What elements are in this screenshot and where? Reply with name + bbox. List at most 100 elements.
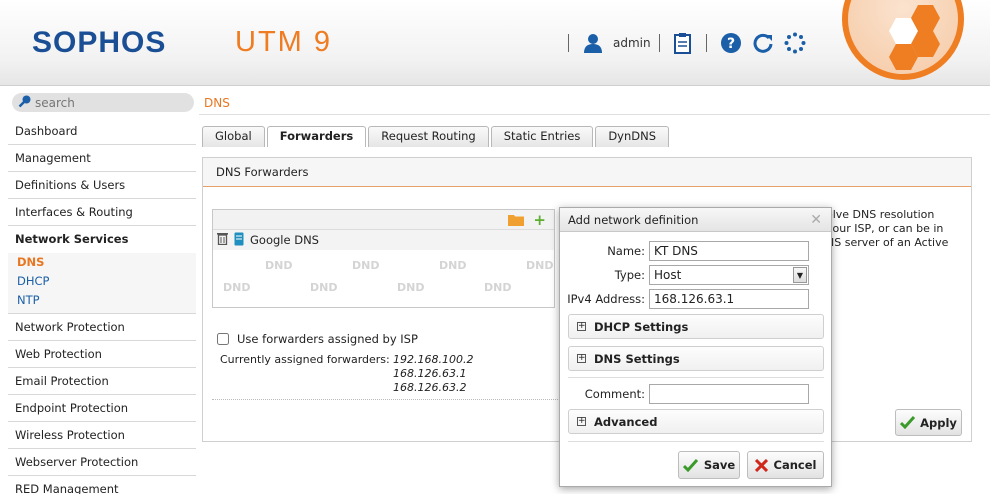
panel-title: DNS Forwarders — [203, 158, 971, 187]
clipboard-icon[interactable] — [673, 32, 693, 54]
watermark: DND — [439, 259, 467, 272]
sidebar-item-interfaces-routing[interactable]: Interfaces & Routing — [8, 199, 196, 226]
refresh-icon[interactable] — [752, 32, 774, 54]
expand-icon[interactable]: + — [577, 354, 586, 363]
watermark: DND — [310, 281, 338, 294]
sidebar-item-endpoint-protection[interactable]: Endpoint Protection — [8, 395, 196, 422]
tab-bar: Global Forwarders Request Routing Static… — [202, 126, 671, 147]
type-label: Type: — [614, 268, 645, 282]
ipv4-row: IPv4 Address: 168.126.63.1 — [560, 289, 833, 309]
brand-emblem — [842, 0, 964, 80]
tab-global[interactable]: Global — [202, 126, 265, 147]
list-item-name: Google DNS — [250, 233, 319, 247]
assigned-forwarder: 168.126.63.1 — [393, 367, 467, 380]
assigned-forwarders-label: Currently assigned forwarders: — [220, 353, 390, 366]
sidebar-subitem-dns[interactable]: DNS — [8, 253, 196, 272]
section-label: DNS Settings — [594, 351, 680, 366]
product-name: UTM 9 — [235, 26, 332, 58]
sidebar-item-definitions-users[interactable]: Definitions & Users — [8, 172, 196, 199]
type-row: Type: Host ▼ — [560, 265, 833, 285]
sidebar-item-network-protection[interactable]: Network Protection — [8, 314, 196, 341]
watermark: DND — [397, 281, 425, 294]
folder-icon[interactable] — [508, 213, 524, 229]
dns-settings-section[interactable]: + DNS Settings — [568, 346, 824, 371]
network-services-submenu: DNS DHCP NTP — [8, 253, 196, 314]
sidebar-item-email-protection[interactable]: Email Protection — [8, 368, 196, 395]
watermark: DND — [223, 281, 251, 294]
checkmark-icon — [682, 458, 698, 472]
sidebar-item-management[interactable]: Management — [8, 145, 196, 172]
sidebar-item-web-protection[interactable]: Web Protection — [8, 341, 196, 368]
dhcp-settings-section[interactable]: + DHCP Settings — [568, 314, 824, 339]
close-icon — [754, 458, 768, 472]
search-icon — [18, 94, 32, 111]
checkmark-icon — [900, 416, 916, 429]
type-select[interactable]: Host ▼ — [649, 265, 809, 285]
header-separator — [568, 34, 569, 52]
comment-row: Comment: — [560, 384, 833, 404]
sidebar-item-wireless-protection[interactable]: Wireless Protection — [8, 422, 196, 449]
search-input[interactable] — [35, 95, 185, 110]
help-icon[interactable]: ? — [720, 32, 742, 54]
type-value: Host — [654, 268, 682, 282]
dialog-divider — [568, 441, 824, 442]
hexagon-icon — [889, 5, 940, 70]
help-line: NS server of an Active — [826, 236, 949, 249]
assigned-forwarder: 168.126.63.2 — [393, 381, 467, 394]
section-label: DHCP Settings — [594, 319, 689, 334]
top-header: SOPHOS UTM 9 admin ? — [0, 0, 990, 86]
loading-spinner-icon — [784, 32, 806, 54]
ipv4-address-field[interactable]: 168.126.63.1 — [649, 289, 809, 309]
apply-button[interactable]: Apply — [895, 409, 962, 436]
isp-forwarders-option[interactable]: Use forwarders assigned by ISP — [217, 332, 418, 346]
dialog-divider — [568, 377, 824, 378]
list-item[interactable]: Google DNS — [213, 230, 554, 250]
watermark: DND — [526, 259, 554, 272]
sidebar-item-dashboard[interactable]: Dashboard — [8, 118, 196, 145]
title-divider — [199, 114, 990, 115]
sidebar-subitem-dhcp[interactable]: DHCP — [8, 272, 196, 291]
tab-static-entries[interactable]: Static Entries — [490, 126, 594, 147]
sidebar-subitem-ntp[interactable]: NTP — [8, 291, 196, 310]
admin-user-link[interactable]: admin — [613, 36, 651, 50]
tab-dyndns[interactable]: DynDNS — [595, 126, 670, 147]
cancel-button[interactable]: Cancel — [747, 451, 824, 479]
help-text: olve DNS resolution your ISP, or can be … — [826, 208, 948, 250]
save-button[interactable]: Save — [678, 451, 740, 479]
apply-label: Apply — [920, 415, 957, 430]
sidebar-item-network-services[interactable]: Network Services — [8, 226, 196, 253]
dialog-title: Add network definition ✕ — [560, 208, 831, 232]
tab-request-routing[interactable]: Request Routing — [368, 126, 489, 147]
comment-field[interactable] — [649, 384, 809, 404]
user-icon[interactable] — [582, 32, 604, 54]
cancel-label: Cancel — [773, 458, 817, 472]
add-network-definition-dialog: Add network definition ✕ Name: KT DNS Ty… — [559, 207, 832, 487]
assigned-forwarder: 192.168.100.2 — [393, 353, 474, 366]
help-line: olve DNS resolution — [826, 208, 935, 221]
chevron-down-icon[interactable]: ▼ — [793, 267, 807, 283]
expand-icon[interactable]: + — [577, 322, 586, 331]
header-separator — [705, 34, 707, 52]
sidebar-item-red-management[interactable]: RED Management — [8, 476, 196, 494]
sidebar-nav: Dashboard Management Definitions & Users… — [8, 118, 196, 494]
expand-icon[interactable]: + — [577, 417, 586, 426]
close-icon[interactable]: ✕ — [810, 208, 822, 232]
sidebar-item-webserver-protection[interactable]: Webserver Protection — [8, 449, 196, 476]
watermark: DND — [265, 259, 293, 272]
search-box[interactable] — [12, 93, 194, 112]
isp-forwarders-checkbox[interactable] — [217, 333, 229, 345]
assigned-forwarders-list: 192.168.100.2 168.126.63.1 168.126.63.2 — [393, 353, 473, 395]
add-icon[interactable]: + — [533, 211, 546, 229]
advanced-section[interactable]: + Advanced — [568, 409, 824, 434]
sophos-logo: SOPHOS — [32, 26, 167, 59]
name-field[interactable]: KT DNS — [649, 241, 809, 261]
name-label: Name: — [607, 244, 645, 258]
forwarders-list-box[interactable]: + Google DNS DND DND DND DND DND DND DND… — [212, 209, 555, 308]
isp-forwarders-label: Use forwarders assigned by ISP — [237, 332, 418, 346]
page-title: DNS — [204, 96, 230, 110]
svg-text:?: ? — [727, 36, 735, 52]
dns-host-icon — [234, 232, 244, 249]
trash-icon[interactable] — [217, 232, 228, 248]
panel-divider — [212, 399, 562, 400]
tab-forwarders[interactable]: Forwarders — [266, 126, 367, 147]
